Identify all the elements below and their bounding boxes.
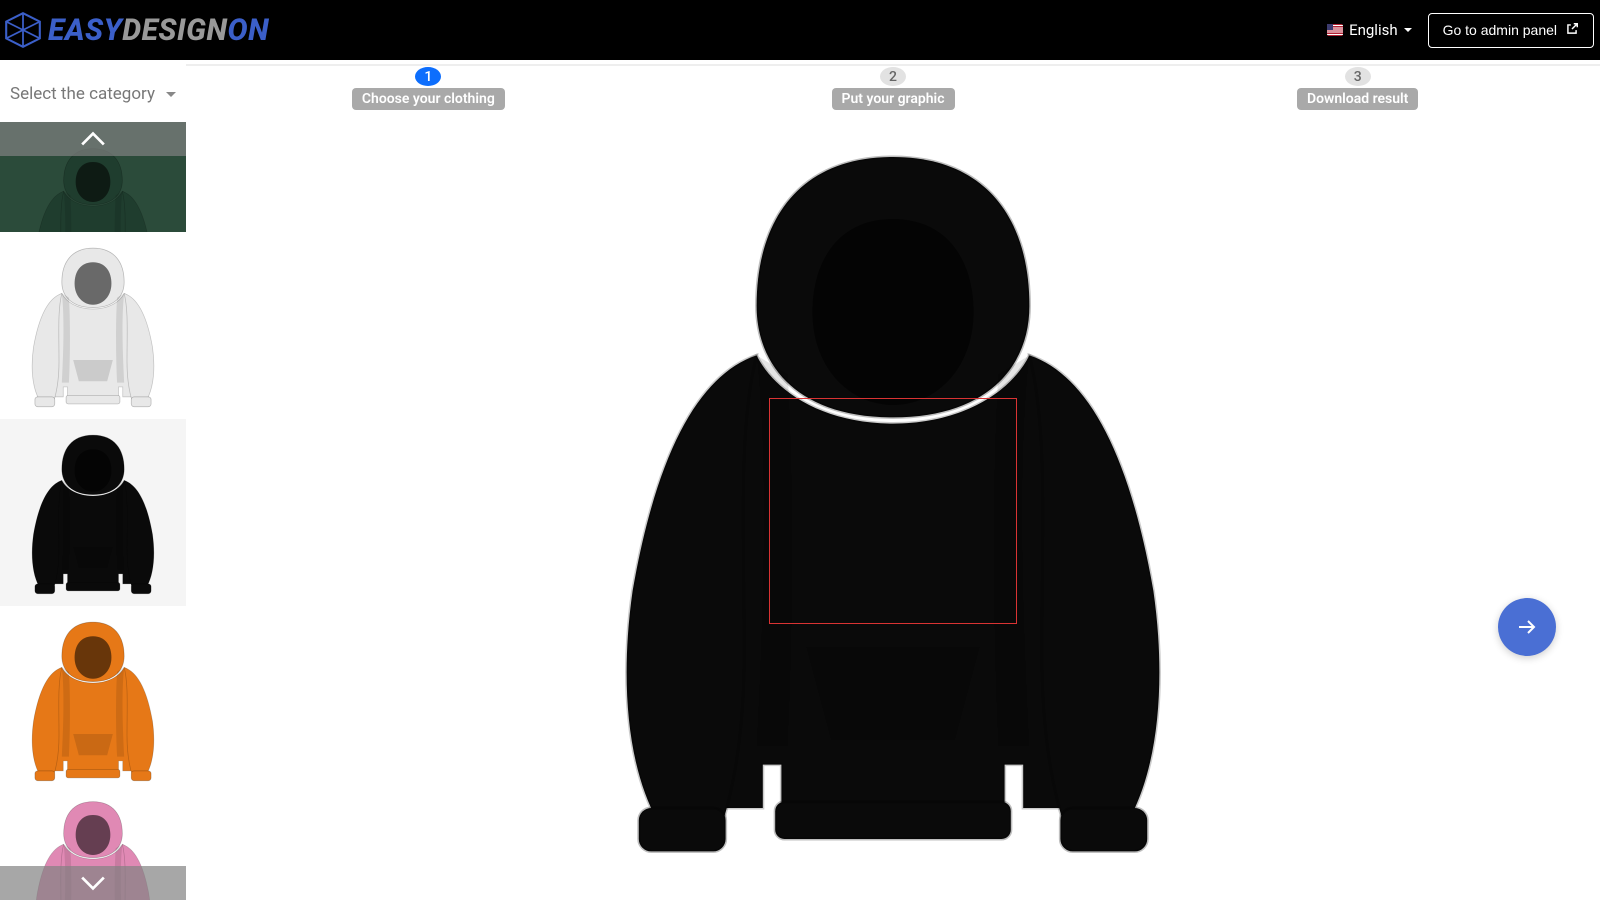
step-label: Download result <box>1297 88 1418 110</box>
content-area: 1 Choose your clothing 2 Put your graphi… <box>186 60 1600 900</box>
app-logo[interactable]: EASYDESIGNON <box>2 9 269 51</box>
next-step-button[interactable] <box>1498 598 1556 656</box>
wizard-steps: 1 Choose your clothing 2 Put your graphi… <box>186 64 1600 110</box>
clothing-preview <box>583 98 1203 898</box>
step-2[interactable]: 2 Put your graphic <box>661 65 1126 110</box>
chevron-down-icon <box>80 875 106 891</box>
step-1[interactable]: 1 Choose your clothing <box>196 65 661 110</box>
logo-text: EASYDESIGNON <box>48 13 269 48</box>
step-label: Choose your clothing <box>352 88 505 110</box>
design-canvas[interactable] <box>186 60 1600 900</box>
caret-down-icon <box>1404 28 1412 32</box>
hoodie-icon <box>13 615 173 785</box>
external-link-icon <box>1565 22 1579 39</box>
clothing-thumb-black[interactable] <box>0 419 186 606</box>
flag-us-icon <box>1327 24 1343 36</box>
thumbnail-scroller <box>0 122 186 900</box>
clothing-thumb-white[interactable] <box>0 232 186 419</box>
logo-cube-icon <box>2 9 44 51</box>
admin-panel-button[interactable]: Go to admin panel <box>1428 13 1594 48</box>
hoodie-icon <box>13 241 173 411</box>
step-number: 2 <box>880 67 906 86</box>
step-label: Put your graphic <box>832 88 955 110</box>
admin-button-label: Go to admin panel <box>1443 22 1557 38</box>
step-number: 3 <box>1345 67 1371 86</box>
category-placeholder: Select the category <box>10 84 155 104</box>
thumbs-scroll-down-button[interactable] <box>0 866 186 900</box>
app-header: EASYDESIGNON English Go to admin panel <box>0 0 1600 60</box>
sidebar: Select the category <box>0 60 186 900</box>
arrow-right-icon <box>1515 615 1539 639</box>
language-label: English <box>1349 21 1398 39</box>
hoodie-icon <box>13 428 173 598</box>
category-dropdown[interactable]: Select the category <box>0 60 186 122</box>
step-3[interactable]: 3 Download result <box>1125 65 1590 110</box>
chevron-up-icon <box>80 131 106 147</box>
language-selector[interactable]: English <box>1327 21 1412 39</box>
hoodie-icon <box>583 98 1203 898</box>
step-number: 1 <box>415 67 441 86</box>
caret-down-icon <box>166 92 176 97</box>
thumbs-scroll-up-button[interactable] <box>0 122 186 156</box>
clothing-thumb-orange[interactable] <box>0 606 186 793</box>
